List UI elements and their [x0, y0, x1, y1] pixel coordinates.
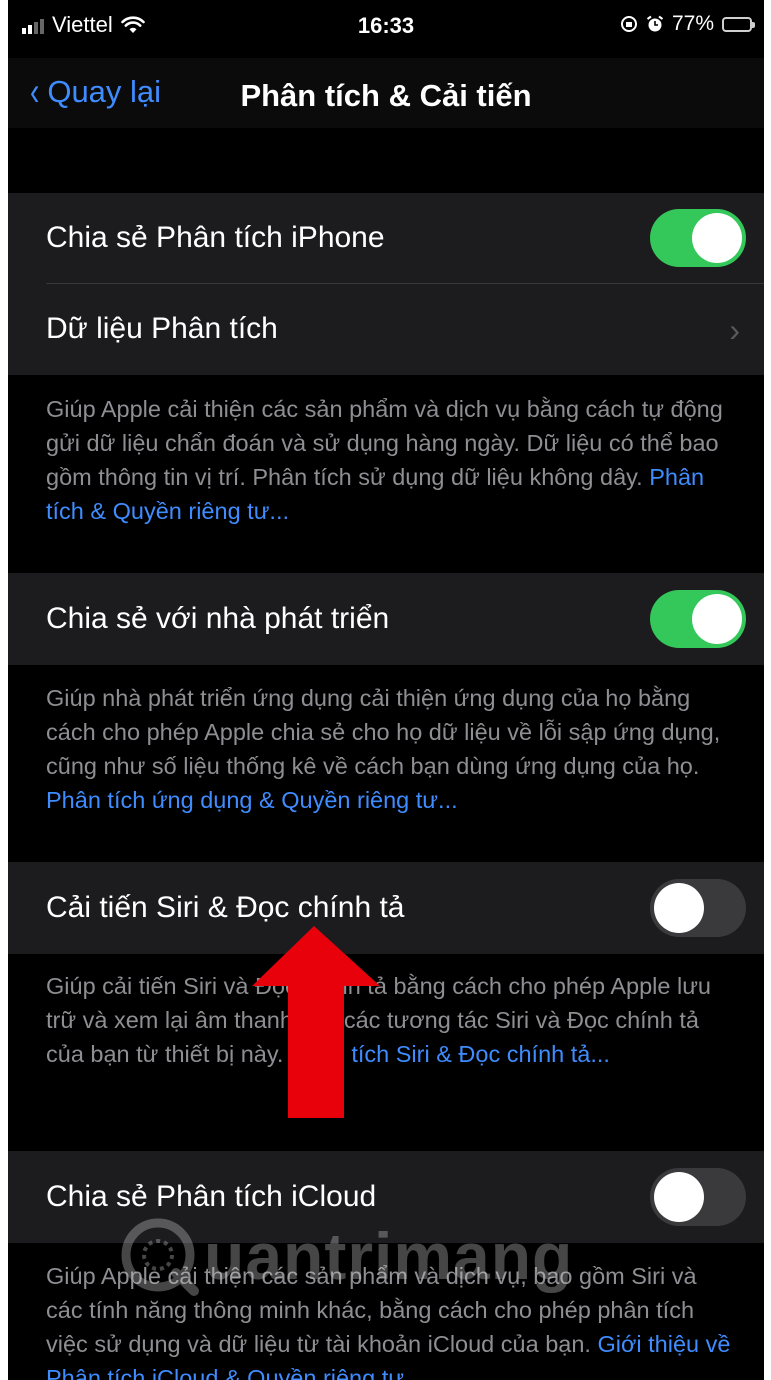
- app-analytics-privacy-link[interactable]: Phân tích ứng dụng & Quyền riêng tư...: [46, 787, 458, 813]
- footer-developers: Giúp nhà phát triển ứng dụng cải thiện ứ…: [46, 681, 734, 817]
- watermark-q-logo: [121, 1218, 199, 1296]
- orientation-lock-icon: [620, 16, 637, 32]
- watermark-text: uantrimang: [204, 1219, 574, 1293]
- footer-analytics: Giúp Apple cải thiện các sản phẩm và dịc…: [46, 392, 734, 528]
- row-label: Dữ liệu Phân tích: [46, 312, 278, 345]
- improve-siri-dictation-toggle[interactable]: [650, 879, 746, 937]
- footer-text: Giúp Apple cải thiện các sản phẩm và dịc…: [46, 396, 723, 490]
- page-title: Phân tích & Cải tiến: [240, 78, 532, 113]
- row-share-iphone-analytics[interactable]: Chia sẻ Phân tích iPhone: [8, 193, 764, 283]
- row-label: Chia sẻ Phân tích iCloud: [46, 1180, 377, 1213]
- navigation-bar: ‹ Quay lại Phân tích & Cải tiến: [8, 58, 764, 128]
- status-right: 77%: [620, 12, 755, 36]
- alarm-icon: [646, 15, 664, 32]
- siri-dictation-privacy-link[interactable]: Phân tích Siri & Đọc chính tả...: [290, 1041, 610, 1067]
- settings-group-siri: Cải tiến Siri & Đọc chính tả: [8, 862, 764, 954]
- row-analytics-data[interactable]: Dữ liệu Phân tích ›: [8, 284, 764, 375]
- battery-percent: 77%: [671, 12, 714, 35]
- share-with-developers-toggle[interactable]: [650, 590, 746, 648]
- watermark: uantrimang: [118, 1215, 573, 1297]
- row-share-with-developers[interactable]: Chia sẻ với nhà phát triển: [8, 573, 764, 665]
- footer-text: Giúp nhà phát triển ứng dụng cải thiện ứ…: [46, 685, 721, 779]
- battery-icon: [722, 16, 755, 32]
- settings-group-analytics: Chia sẻ Phân tích iPhone Dữ liệu Phân tí…: [8, 193, 764, 375]
- row-label: Cải tiến Siri & Đọc chính tả: [46, 891, 405, 924]
- settings-group-developers: Chia sẻ với nhà phát triển: [8, 573, 764, 665]
- row-label: Chia sẻ Phân tích iPhone: [46, 221, 385, 254]
- row-improve-siri-dictation[interactable]: Cải tiến Siri & Đọc chính tả: [8, 862, 764, 954]
- chevron-right-icon: ›: [729, 312, 740, 348]
- share-icloud-analytics-toggle[interactable]: [650, 1168, 746, 1226]
- status-bar: Viettel 16:33 77%: [8, 0, 764, 58]
- phone-screen: Viettel 16:33 77% ‹ Quay lại Phân tích &…: [8, 0, 764, 1380]
- footer-siri: Giúp cải tiến Siri và Đọc chính tả bằng …: [46, 969, 734, 1071]
- share-iphone-analytics-toggle[interactable]: [650, 209, 746, 267]
- row-label: Chia sẻ với nhà phát triển: [46, 602, 390, 635]
